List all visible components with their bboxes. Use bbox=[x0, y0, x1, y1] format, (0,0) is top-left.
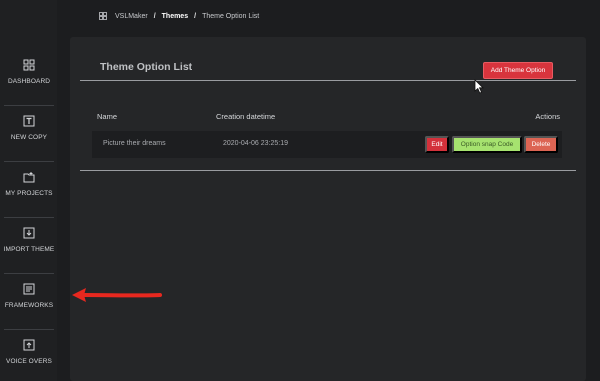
annotation-arrow-icon bbox=[72, 288, 162, 302]
sidebar-item-new-copy[interactable]: NEW COPY bbox=[4, 106, 54, 162]
breadcrumb-root-link[interactable]: VSLMaker bbox=[115, 13, 148, 20]
grid-icon bbox=[99, 12, 107, 20]
column-header-actions: Actions bbox=[535, 112, 560, 121]
sidebar-item-label: DASHBOARD bbox=[7, 78, 51, 85]
cell-creation-datetime: 2020-04-06 23:25:19 bbox=[223, 140, 288, 147]
mouse-cursor-icon bbox=[474, 79, 484, 94]
column-header-date: Creation datetime bbox=[216, 112, 276, 121]
divider bbox=[80, 80, 576, 81]
sidebar-item-label: MY PROJECTS bbox=[5, 190, 53, 197]
breadcrumb-separator: / bbox=[194, 12, 197, 20]
table-row: Picture their dreams 2020-04-06 23:25:19… bbox=[92, 131, 562, 158]
sidebar-item-import-theme[interactable]: IMPORT THEME bbox=[4, 218, 54, 274]
dashboard-icon bbox=[23, 59, 35, 71]
divider bbox=[80, 170, 576, 171]
app-window: DASHBOARD NEW COPY MY PROJECTS IMPORT TH… bbox=[0, 0, 600, 381]
folder-icon bbox=[23, 172, 35, 183]
sidebar-item-my-projects[interactable]: MY PROJECTS bbox=[4, 162, 54, 218]
upload-icon bbox=[23, 339, 35, 351]
sidebar-item-label: FRAMEWORKS bbox=[4, 302, 54, 309]
sidebar-item-label: IMPORT THEME bbox=[3, 246, 55, 253]
column-header-name: Name bbox=[97, 112, 118, 121]
delete-button[interactable]: Delete bbox=[524, 136, 558, 153]
breadcrumb-themes-link[interactable]: Themes bbox=[162, 13, 188, 20]
sidebar-item-voice-overs[interactable]: VOICE OVERS bbox=[4, 330, 54, 381]
add-theme-option-button[interactable]: Add Theme Option bbox=[483, 62, 553, 79]
sidebar-item-dashboard[interactable]: DASHBOARD bbox=[4, 50, 54, 106]
import-icon bbox=[23, 227, 35, 239]
table-header: Name Creation datetime Actions bbox=[97, 112, 560, 122]
sidebar-item-label: NEW COPY bbox=[10, 134, 48, 141]
sidebar-item-label: VOICE OVERS bbox=[6, 358, 52, 365]
breadcrumb: VSLMaker / Themes / Theme Option List bbox=[99, 11, 259, 21]
text-icon bbox=[23, 115, 35, 127]
breadcrumb-current: Theme Option List bbox=[202, 12, 260, 20]
sidebar: DASHBOARD NEW COPY MY PROJECTS IMPORT TH… bbox=[0, 0, 57, 381]
sidebar-item-frameworks[interactable]: FRAMEWORKS bbox=[4, 274, 54, 330]
edit-button[interactable]: Edit bbox=[425, 136, 449, 153]
document-icon bbox=[23, 283, 35, 295]
page-title: Theme Option List bbox=[100, 61, 193, 73]
breadcrumb-separator: / bbox=[153, 12, 156, 20]
option-snap-code-button[interactable]: Option snap Code bbox=[452, 136, 522, 153]
theme-option-card: Theme Option List Add Theme Option Name … bbox=[70, 37, 586, 381]
cell-name: Picture their dreams bbox=[103, 140, 166, 147]
